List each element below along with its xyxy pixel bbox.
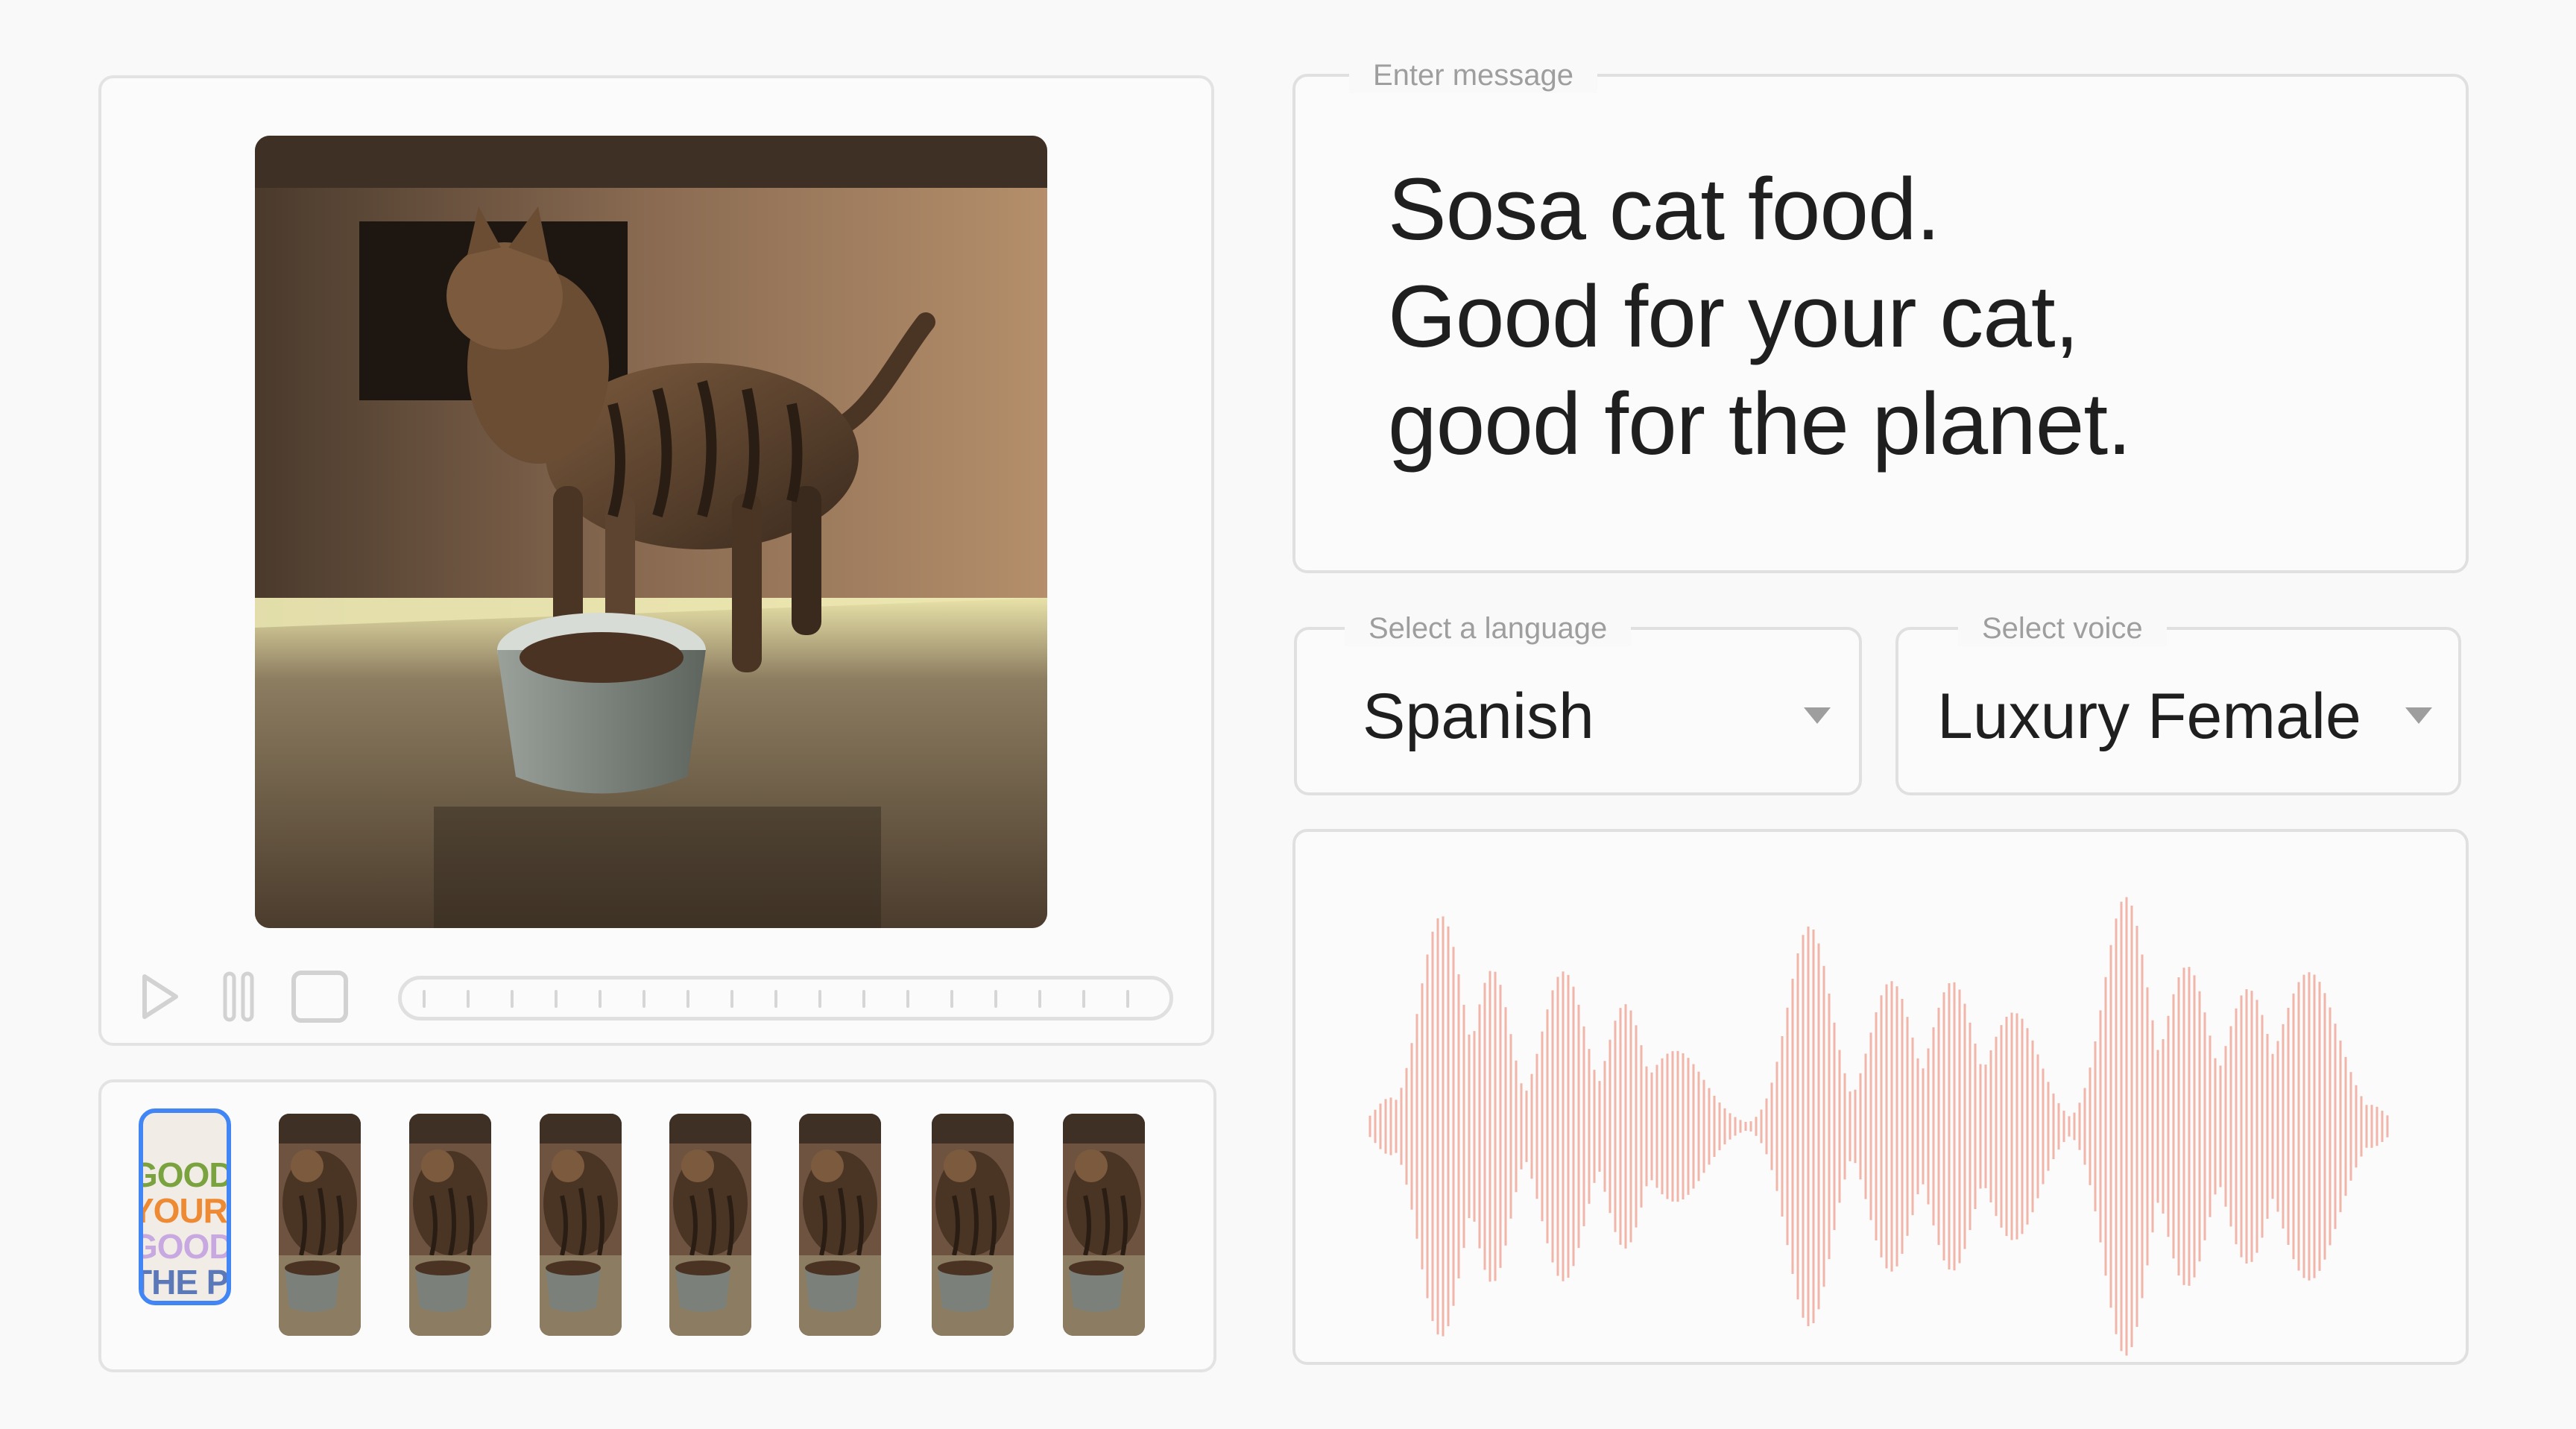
timeline-tick — [643, 990, 645, 1008]
timeline-tick — [730, 990, 733, 1008]
timeline-tick — [994, 990, 997, 1008]
timeline-tick — [1038, 990, 1041, 1008]
message-line-3: good for the planet. — [1388, 375, 2132, 473]
audio-waveform — [1368, 897, 2389, 1356]
language-legend: Select a language — [1345, 611, 1632, 646]
message-legend: Enter message — [1349, 57, 1598, 93]
timeline-tick — [1082, 990, 1085, 1008]
message-text[interactable]: Sosa cat food. Good for your cat, good f… — [1388, 156, 2132, 478]
video-preview[interactable] — [255, 136, 1047, 928]
video-frame-thumbnail[interactable] — [932, 1114, 1014, 1336]
audio-waveform-panel — [1292, 829, 2469, 1365]
chevron-down-icon[interactable] — [2405, 707, 2432, 724]
voice-value: Luxury Female — [1937, 681, 2361, 752]
message-line-2: Good for your cat, — [1388, 268, 2079, 366]
timeline-tick — [862, 990, 865, 1008]
timeline-tick — [818, 990, 821, 1008]
timeline-tick — [950, 990, 953, 1008]
timeline-tick — [774, 990, 777, 1008]
stop-icon[interactable] — [291, 971, 349, 1023]
timeline-tick — [1126, 990, 1129, 1008]
timeline-tick — [555, 990, 558, 1008]
language-select[interactable]: Select a language Spanish — [1294, 611, 1862, 795]
video-frame-thumbnail[interactable] — [540, 1114, 622, 1336]
message-line-1: Sosa cat food. — [1388, 160, 1940, 259]
cat-video-frame — [255, 136, 1047, 928]
title-card-thumbnail[interactable]: GOOD FOR YOUR PLANET GOOD FOR THE PLANET — [139, 1108, 231, 1305]
timeline-tick — [511, 990, 514, 1008]
title-card-line-2: YOUR PLANET — [139, 1191, 227, 1230]
voice-legend: Select voice — [1958, 611, 2167, 646]
timeline-scrubber[interactable] — [398, 976, 1173, 1021]
video-frame-thumbnail[interactable] — [409, 1114, 491, 1336]
timeline-tick — [906, 990, 909, 1008]
title-card-line-1: GOOD FOR — [139, 1155, 231, 1194]
video-frame-thumbnail[interactable] — [279, 1114, 361, 1336]
message-input[interactable]: Enter message Sosa cat food. Good for yo… — [1292, 57, 2469, 573]
play-icon[interactable] — [137, 971, 182, 1023]
video-frame-thumbnail[interactable] — [669, 1114, 751, 1336]
video-frame-thumbnail[interactable] — [1063, 1114, 1145, 1336]
voice-select[interactable]: Select voice Luxury Female — [1895, 611, 2461, 795]
chevron-down-icon[interactable] — [1804, 707, 1831, 724]
title-card-line-4: THE PLANET — [143, 1263, 229, 1302]
video-player — [98, 75, 1214, 1046]
filmstrip: GOOD FOR YOUR PLANET GOOD FOR THE PLANET — [98, 1079, 1216, 1372]
title-card-line-3: GOOD FOR — [139, 1227, 231, 1266]
video-frame-thumbnail[interactable] — [799, 1114, 881, 1336]
timeline-tick — [599, 990, 602, 1008]
timeline-tick — [467, 990, 470, 1008]
pause-icon[interactable] — [221, 971, 258, 1023]
language-value: Spanish — [1363, 681, 1594, 752]
timeline-tick — [423, 990, 426, 1008]
timeline-tick — [686, 990, 689, 1008]
